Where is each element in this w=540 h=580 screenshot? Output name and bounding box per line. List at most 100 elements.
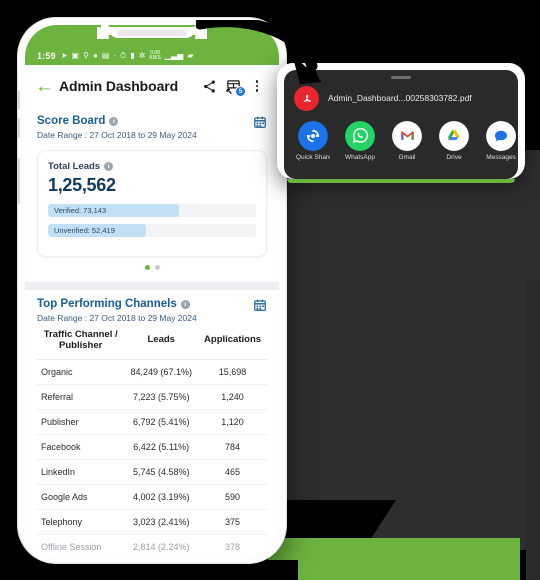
- table-row[interactable]: LinkedIn 5,745 (4.58%) 465: [37, 459, 267, 485]
- share-app-drive[interactable]: Drive: [437, 120, 471, 161]
- wifi-off-icon: ✲: [138, 50, 146, 60]
- whatsapp-icon: [345, 120, 375, 151]
- channels-table-body: Organic 84,249 (67.1%) 15,698 Referral 7,223…: [37, 359, 267, 556]
- gmail-icon: [392, 120, 422, 151]
- location-icon: ⚲: [83, 50, 89, 60]
- cell-leads: 6,792 (5.41%): [124, 409, 199, 435]
- share-app-whatsapp[interactable]: WhatsApp: [343, 120, 377, 161]
- phone-screen: 1:59 ➤ ▣ ⚲ ● ▤ · ⏱ ▮ ✲ 0.08 KB/S ▁▃▅ ▰ ←…: [25, 25, 279, 556]
- cell-applications: 1,120: [198, 409, 267, 435]
- shared-file-name: Admin_Dashboard...00258303782.pdf: [328, 93, 472, 103]
- page-title: Admin Dashboard: [59, 78, 179, 94]
- column-header-leads[interactable]: Leads: [124, 323, 199, 360]
- cell-leads: 2,814 (2.24%): [124, 534, 199, 556]
- dashboard-content[interactable]: Score Board i Date Range : 27 Oct 2018 t…: [25, 107, 279, 556]
- signal-icon: ▁▃▅: [164, 50, 184, 60]
- table-row[interactable]: Publisher 6,792 (5.41%) 1,120: [37, 409, 267, 435]
- top-channels-header: Top Performing Channels i Date Range : 2…: [37, 298, 267, 323]
- score-board-title: Score Board: [37, 115, 106, 127]
- channels-table-head: Traffic Channel / Publisher Leads Applic…: [37, 323, 267, 360]
- instagram-icon: ▣: [71, 50, 80, 60]
- network-speed-unit: KB/S: [149, 54, 161, 61]
- table-row[interactable]: Telephony 3,023 (2.41%) 375: [37, 509, 267, 535]
- top-channels-date-range: Date Range : 27 Oct 2018 to 29 May 2024: [37, 313, 197, 323]
- share-app-gmail[interactable]: Gmail: [390, 120, 424, 161]
- status-bar-time: 1:59: [37, 51, 56, 61]
- unverified-bar-label: Unverified: 52,419: [54, 226, 115, 235]
- score-board-title-row: Score Board i: [37, 115, 197, 127]
- cell-applications: 375: [198, 509, 267, 535]
- cell-channel: Referral: [37, 384, 125, 410]
- cell-leads: 3,023 (2.41%): [124, 509, 199, 535]
- calendar-icon[interactable]: [253, 298, 267, 312]
- cell-channel: Organic: [37, 359, 125, 385]
- cell-channel: Offline Session: [37, 534, 125, 556]
- cell-channel: Google Ads: [37, 484, 125, 510]
- total-leads-card[interactable]: Total Leads i 1,25,562 Verified: 73,143 …: [37, 150, 267, 257]
- dot-icon: ●: [92, 50, 98, 60]
- phone-side-button-top: [18, 90, 20, 110]
- share-app-label: Messages: [486, 153, 516, 161]
- vibrate-icon: ▮: [130, 50, 135, 60]
- quick-share-icon: [298, 120, 328, 151]
- share-app-label: WhatsApp: [345, 153, 375, 161]
- channels-table[interactable]: Traffic Channel / Publisher Leads Applic…: [37, 323, 267, 556]
- total-leads-value: 1,25,562: [48, 175, 116, 195]
- column-header-applications[interactable]: Applications: [198, 323, 267, 360]
- verified-bar-label: Verified: 73,143: [54, 206, 107, 215]
- top-channels-title-row: Top Performing Channels i: [37, 298, 197, 310]
- pointer-arrow-icon: [196, 20, 322, 84]
- calendar-icon[interactable]: [253, 115, 267, 129]
- share-app-label: Drive: [446, 153, 462, 161]
- total-leads-label-row: Total Leads i: [48, 161, 256, 172]
- cell-applications: 378: [198, 534, 267, 556]
- table-row[interactable]: Facebook 6,422 (5.11%) 784: [37, 434, 267, 460]
- share-app-label: Quick Share: [296, 153, 330, 161]
- table-row[interactable]: Google Ads 4,002 (3.19%) 590: [37, 484, 267, 510]
- info-icon[interactable]: i: [104, 162, 114, 171]
- sheet-drag-handle[interactable]: [391, 76, 411, 79]
- carousel-pagination[interactable]: [37, 257, 267, 272]
- carousel-dot[interactable]: [154, 265, 160, 270]
- phone-side-button-volume: [18, 158, 20, 204]
- cell-channel: LinkedIn: [37, 459, 125, 485]
- top-channels-title: Top Performing Channels: [37, 298, 177, 310]
- phone-side-button-mid: [18, 118, 20, 138]
- google-drive-icon: [439, 120, 469, 151]
- table-row[interactable]: Organic 84,249 (67.1%) 15,698: [37, 359, 267, 385]
- verified-bar: Verified: 73,143: [48, 204, 256, 217]
- unverified-bar: Unverified: 52,419: [48, 224, 256, 237]
- cell-channel: Publisher: [37, 409, 125, 435]
- phone-notch: [97, 27, 207, 39]
- telegram-icon: ➤: [60, 50, 68, 60]
- column-header-channel[interactable]: Traffic Channel / Publisher: [37, 323, 125, 360]
- phone-speaker: [117, 30, 187, 36]
- total-leads-label: Total Leads: [48, 161, 101, 172]
- cell-applications: 15,698: [198, 359, 267, 385]
- cell-channel: Facebook: [37, 434, 125, 460]
- status-bar-icons: ➤ ▣ ⚲ ● ▤ · ⏱ ▮ ✲ 0.08 KB/S ▁▃▅ ▰: [60, 50, 194, 62]
- score-board-header: Score Board i Date Range : 27 Oct 2018 t…: [37, 115, 267, 140]
- share-apps-row[interactable]: Quick Share WhatsApp Gmail Drive Messages: [284, 120, 518, 161]
- back-button[interactable]: ←: [35, 77, 57, 96]
- screenshot-stage: 1:59 ➤ ▣ ⚲ ● ▤ · ⏱ ▮ ✲ 0.08 KB/S ▁▃▅ ▰ ←…: [0, 0, 540, 580]
- cell-channel: Telephony: [37, 509, 125, 535]
- carousel-dot-active[interactable]: [144, 265, 150, 270]
- cell-leads: 5,745 (4.58%): [124, 459, 199, 485]
- info-icon[interactable]: i: [109, 116, 119, 126]
- share-app-messages[interactable]: Messages: [484, 120, 518, 161]
- messages-icon: [486, 120, 516, 151]
- table-row[interactable]: Referral 7,223 (5.75%) 1,240: [37, 384, 267, 410]
- top-channels-panel: Top Performing Channels i Date Range : 2…: [25, 290, 279, 556]
- table-row[interactable]: Offline Session 2,814 (2.24%) 378: [37, 534, 267, 556]
- cell-applications: 590: [198, 484, 267, 510]
- cell-applications: 465: [198, 459, 267, 485]
- share-app-quick-share[interactable]: Quick Share: [296, 120, 330, 161]
- cell-leads: 4,002 (3.19%): [124, 484, 199, 510]
- cell-leads: 84,249 (67.1%): [124, 359, 199, 385]
- app-icon: ▤: [101, 50, 110, 60]
- decorative-green-bar-secondary: [298, 556, 520, 580]
- score-board-panel: Score Board i Date Range : 27 Oct 2018 t…: [25, 107, 279, 282]
- alarm-icon: ⏱: [120, 50, 127, 60]
- info-icon[interactable]: i: [180, 299, 190, 309]
